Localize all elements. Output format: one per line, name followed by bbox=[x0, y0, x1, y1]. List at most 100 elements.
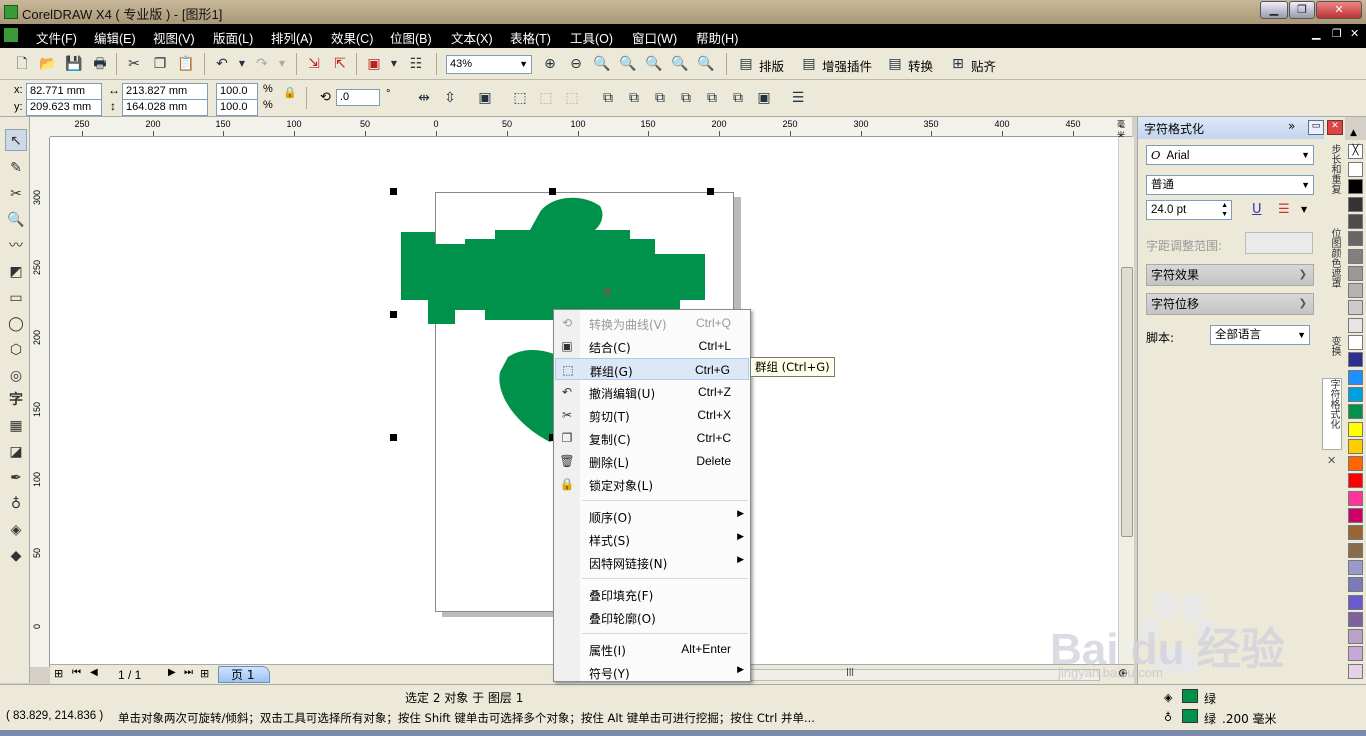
zoom-dropdown-icon[interactable]: ▼ bbox=[519, 56, 528, 73]
menu-item-symbol[interactable]: 符号(Y) ▶ bbox=[555, 661, 749, 683]
menu-item-group[interactable]: ⬚ 群组(G) Ctrl+G bbox=[555, 358, 749, 380]
menu-file[interactable]: 文件(F) bbox=[36, 28, 77, 47]
navigator-icon[interactable]: ⊕ bbox=[1118, 666, 1128, 680]
print-icon[interactable]: 🖶 bbox=[90, 54, 110, 74]
front-minus-back-icon[interactable]: ⧉ bbox=[702, 88, 722, 108]
underline-icon[interactable]: U bbox=[1252, 202, 1262, 217]
script-select[interactable]: 全部语言 ▼ bbox=[1210, 325, 1310, 345]
menu-item-properties[interactable]: 属性(I) Alt+Enter bbox=[555, 638, 749, 660]
palette-swatch[interactable] bbox=[1348, 525, 1363, 541]
horizontal-ruler[interactable]: 250 200 150 100 50 0 50 100 150 200 250 300 350 400 45… bbox=[50, 117, 1132, 140]
ungroup-toolbar-icon[interactable]: ⬚ bbox=[536, 88, 556, 108]
weld-icon[interactable]: ⧉ bbox=[598, 88, 618, 108]
doc-icon[interactable] bbox=[4, 28, 18, 42]
text-tool-icon[interactable]: 字 bbox=[5, 389, 27, 411]
snap-icon[interactable]: ⊞ bbox=[948, 54, 968, 74]
zoom-out-icon[interactable]: ⊖ bbox=[566, 54, 586, 74]
freehand-tool-icon[interactable]: 〰 bbox=[5, 235, 27, 257]
menu-item-copy[interactable]: ❐ 复制(C) Ctrl+C bbox=[555, 427, 749, 449]
menu-arrange[interactable]: 排列(A) bbox=[271, 28, 313, 47]
height-field[interactable]: 164.028 mm bbox=[122, 99, 208, 116]
last-page-icon[interactable]: ⏭ bbox=[184, 667, 193, 678]
palette-swatch[interactable] bbox=[1348, 490, 1363, 506]
palette-swatch[interactable] bbox=[1348, 611, 1363, 627]
strikethrough-dropdown-icon[interactable]: ▼ bbox=[1301, 205, 1307, 214]
palette-swatch[interactable] bbox=[1348, 248, 1363, 264]
maximize-button[interactable]: ❐ bbox=[1289, 1, 1315, 19]
trim-icon[interactable]: ⧉ bbox=[624, 88, 644, 108]
menu-item-delete[interactable]: 🗑 删除(L) Delete bbox=[555, 450, 749, 472]
doc-close-button[interactable]: ✕ bbox=[1350, 27, 1359, 40]
palette-swatch[interactable] bbox=[1348, 542, 1363, 558]
back-minus-front-icon[interactable]: ⧉ bbox=[728, 88, 748, 108]
palette-swatch[interactable] bbox=[1348, 508, 1363, 523]
menu-item-overprint-outline[interactable]: 叠印轮廓(O) bbox=[555, 606, 749, 628]
menu-item-convert-to-curves[interactable]: ⟲ 转换为曲线(V) Ctrl+Q bbox=[555, 312, 749, 334]
palette-swatch[interactable] bbox=[1348, 352, 1363, 368]
menu-view[interactable]: 视图(V) bbox=[153, 28, 195, 47]
mirror-vertical-icon[interactable]: ⇳ bbox=[440, 88, 460, 108]
palette-swatch[interactable] bbox=[1348, 335, 1363, 350]
menu-layout[interactable]: 版面(L) bbox=[213, 28, 253, 47]
docker-tab-close-icon[interactable]: ✕ bbox=[1327, 454, 1336, 467]
minimize-button[interactable]: ▁ bbox=[1260, 1, 1288, 19]
palette-swatch[interactable] bbox=[1348, 438, 1363, 454]
menu-table[interactable]: 表格(T) bbox=[510, 28, 551, 47]
redo-dropdown-icon[interactable]: ▼ bbox=[272, 54, 292, 74]
docker-expand-icon[interactable]: » bbox=[1288, 119, 1295, 133]
font-size-field[interactable]: 24.0 pt ▲ ▼ bbox=[1146, 200, 1232, 220]
layout-icon[interactable]: ▤ bbox=[736, 54, 756, 74]
zoom-page-icon[interactable]: 🔍 bbox=[644, 54, 664, 74]
crop-tool-icon[interactable]: ✂ bbox=[5, 183, 27, 205]
kerning-field[interactable] bbox=[1245, 232, 1313, 254]
docker-tab-character-formatting[interactable]: 字符格式化 bbox=[1322, 378, 1342, 450]
interactive-fill-tool-icon[interactable]: ◆ bbox=[5, 545, 27, 567]
palette-swatch[interactable] bbox=[1348, 162, 1363, 177]
align-distribute-icon[interactable]: ☰ bbox=[788, 88, 808, 108]
enhance-plugin-button[interactable]: 增强插件 bbox=[822, 56, 872, 75]
menu-item-cut[interactable]: ✂ 剪切(T) Ctrl+X bbox=[555, 404, 749, 426]
palette-swatch[interactable] bbox=[1348, 283, 1363, 299]
palette-swatch[interactable] bbox=[1348, 369, 1363, 385]
menu-bitmaps[interactable]: 位图(B) bbox=[390, 28, 432, 47]
menu-effects[interactable]: 效果(C) bbox=[331, 28, 373, 47]
combine-toolbar-icon[interactable]: ▣ bbox=[475, 88, 495, 108]
doc-minimize-button[interactable]: ▁ bbox=[1312, 27, 1320, 40]
zoom-height-icon[interactable]: 🔍 bbox=[696, 54, 716, 74]
selection-handle-bl[interactable] bbox=[390, 434, 397, 441]
docker-tab-transform[interactable]: 变换 bbox=[1322, 336, 1342, 372]
vertical-scrollbar[interactable] bbox=[1118, 137, 1134, 664]
strikethrough-icon[interactable]: ☰ bbox=[1278, 202, 1290, 217]
doc-restore-button[interactable]: ❐ bbox=[1332, 27, 1342, 40]
palette-swatch[interactable] bbox=[1348, 386, 1363, 402]
menu-help[interactable]: 帮助(H) bbox=[696, 28, 738, 47]
outline-tool-icon[interactable]: ♁ bbox=[5, 493, 27, 515]
ellipse-tool-icon[interactable]: ◯ bbox=[5, 313, 27, 335]
undo-dropdown-icon[interactable]: ▼ bbox=[232, 54, 252, 74]
rectangle-tool-icon[interactable]: ▭ bbox=[5, 287, 27, 309]
menu-text[interactable]: 文本(X) bbox=[451, 28, 493, 47]
fill-tool-icon[interactable]: ◈ bbox=[5, 519, 27, 541]
open-icon[interactable]: 📂 bbox=[38, 54, 58, 74]
zoom-tool-icon[interactable]: 🔍 bbox=[5, 209, 27, 231]
menu-tools[interactable]: 工具(O) bbox=[570, 28, 613, 47]
add-page-after-icon[interactable]: ⊞ bbox=[200, 667, 209, 680]
save-icon[interactable]: 💾 bbox=[64, 54, 84, 74]
width-field[interactable]: 213.827 mm bbox=[122, 83, 208, 100]
selection-handle-tr[interactable] bbox=[707, 188, 714, 195]
welcome-screen-icon[interactable]: ☷ bbox=[406, 54, 426, 74]
snap-button[interactable]: 贴齐 bbox=[971, 56, 996, 75]
application-launcher-icon[interactable]: ▣ bbox=[364, 54, 384, 74]
page-tab[interactable]: 页 1 bbox=[218, 666, 270, 683]
scale-y-field[interactable]: 100.0 bbox=[216, 99, 258, 116]
palette-swatch[interactable] bbox=[1348, 317, 1363, 333]
fill-color-swatch[interactable] bbox=[1182, 689, 1198, 703]
eyedropper-tool-icon[interactable]: ✒ bbox=[5, 467, 27, 489]
prev-page-icon[interactable]: ◀ bbox=[90, 667, 98, 678]
new-icon[interactable]: 🗋 bbox=[12, 54, 32, 74]
rotation-field[interactable]: .0 bbox=[336, 89, 380, 106]
palette-swatch[interactable] bbox=[1348, 265, 1363, 281]
next-page-icon[interactable]: ▶ bbox=[168, 667, 176, 678]
y-position-field[interactable]: 209.623 mm bbox=[26, 99, 102, 116]
ungroup-all-toolbar-icon[interactable]: ⬚ bbox=[562, 88, 582, 108]
